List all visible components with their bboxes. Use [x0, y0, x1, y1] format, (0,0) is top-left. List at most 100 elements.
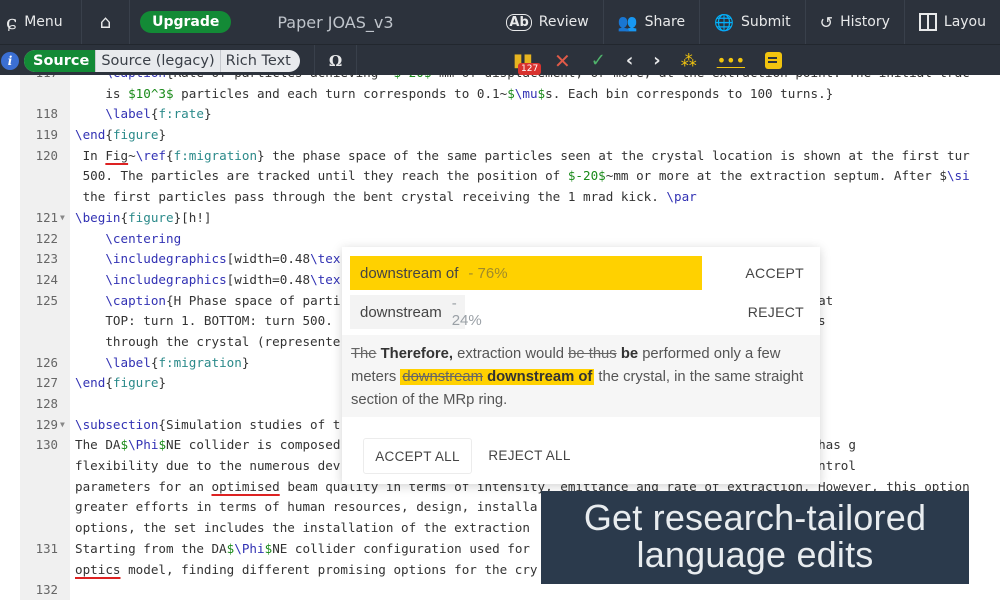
sparkle-icon[interactable]: ⁂: [681, 51, 697, 70]
reject-button[interactable]: REJECT: [748, 304, 804, 320]
code-line[interactable]: 118 \label{f:rate}: [0, 104, 1000, 125]
suggestion-confidence: - 24%: [451, 295, 482, 329]
code-text: through the crystal (represente: [75, 333, 341, 349]
menu-label: Menu: [24, 14, 63, 30]
line-number: 121: [35, 209, 58, 225]
line-number: 129: [35, 416, 58, 432]
code-text: the first particles pass through the ben…: [75, 189, 697, 205]
code-text: In Fig~\ref{f:migration} the phase space…: [75, 147, 970, 163]
code-text: \label{f:rate}: [105, 106, 212, 122]
banner-line: Get research-tailored: [583, 497, 927, 538]
fold-toggle-icon[interactable]: ▼: [60, 415, 65, 436]
code-text: \includegraphics[width=0.48\tex: [105, 271, 341, 287]
code-line[interactable]: 117 \caption{Rate of particles achieving…: [0, 75, 1000, 84]
line-number: 127: [35, 375, 58, 391]
promo-banner: Get research-tailored language edits: [541, 491, 969, 584]
users-icon: 👥: [617, 12, 638, 32]
code-text: \end{figure}: [75, 375, 167, 391]
code-line[interactable]: 121 ▼ \begin{figure}[h!]: [0, 208, 1000, 229]
submit-label: Submit: [741, 14, 791, 30]
line-number: 130: [35, 437, 58, 453]
inserted-text: be: [620, 346, 639, 362]
menu-button[interactable]: ɕ Menu: [0, 0, 82, 44]
line-number: 125: [35, 292, 58, 308]
layout-label: Layou: [943, 14, 986, 30]
layout-button[interactable]: Layou: [905, 0, 1000, 44]
symbol-palette-button[interactable]: Ω: [313, 45, 358, 76]
code-line[interactable]: is $10^3$ particles and each turn corres…: [0, 84, 1000, 105]
home-button[interactable]: ⌂: [82, 0, 131, 44]
review-icon: Ab: [506, 13, 532, 31]
review-label: Review: [538, 14, 589, 30]
deleted-text: downstream: [402, 369, 483, 385]
line-number: 124: [35, 271, 58, 287]
code-line[interactable]: the first particles pass through the ben…: [0, 187, 1000, 208]
mode-rich-text[interactable]: Rich Text: [221, 50, 300, 72]
code-text: \caption{Rate of particles achieving $-2…: [75, 75, 969, 84]
globe-icon: 🌐: [714, 12, 734, 32]
code-line[interactable]: 119 \end{figure}: [0, 125, 1000, 146]
issues-count-badge: 127: [518, 62, 542, 75]
suggestion-text: downstream: [360, 303, 442, 321]
next-icon[interactable]: ›: [653, 50, 660, 71]
code-text: \centering: [105, 230, 182, 246]
share-button[interactable]: 👥 Share: [604, 0, 701, 44]
reject-all-button[interactable]: REJECT ALL: [482, 438, 577, 472]
inserted-text: downstream of: [487, 369, 593, 385]
issues-button[interactable]: ▮▮ 127: [512, 50, 542, 75]
line-number: 123: [35, 251, 58, 267]
line-number: 128: [35, 396, 58, 411]
accept-check-icon[interactable]: ✓: [591, 50, 606, 71]
home-icon: ⌂: [99, 11, 112, 33]
code-text: optics model, finding different promisin…: [75, 561, 538, 577]
suggestion-text: downstream of: [360, 264, 459, 282]
suggestion-option[interactable]: downstream of - 76%: [350, 256, 702, 290]
deleted-text: be thus: [568, 346, 617, 362]
code-text: \begin{figure}[h!]: [75, 209, 212, 225]
highlighted-edit: downstream downstream of: [400, 369, 595, 385]
code-line[interactable]: 120 In Fig~\ref{f:migration} the phase s…: [0, 146, 1000, 167]
share-label: Share: [644, 14, 686, 30]
line-number: 117: [20, 75, 58, 84]
suggestion-popup: downstream of - 76% ACCEPT downstream - …: [342, 247, 820, 484]
info-icon[interactable]: i: [1, 51, 19, 70]
code-text: 500. The particles are tracked until the…: [75, 168, 970, 184]
upgrade-button[interactable]: Upgrade: [140, 11, 232, 33]
accept-button[interactable]: ACCEPT: [745, 265, 804, 281]
line-number: 119: [35, 127, 58, 143]
code-line[interactable]: 500. The particles are tracked until the…: [0, 166, 1000, 187]
top-navbar: ɕ Menu ⌂ Upgrade Paper JOAS_v3 Ab Review…: [0, 0, 1000, 44]
history-icon: ↺: [819, 12, 834, 32]
review-tools: ▮▮ 127 ✕ ✓ ‹ › ⁂ •••: [512, 45, 802, 76]
inserted-text: Therefore,: [380, 346, 453, 362]
accept-all-button[interactable]: ACCEPT ALL: [363, 438, 472, 474]
suggestion-preview: The Therefore, extraction would be thus …: [342, 335, 820, 417]
dotted-underline-icon[interactable]: •••: [717, 51, 745, 70]
line-number: 118: [35, 106, 58, 122]
code-text: \includegraphics[width=0.48\tex: [105, 251, 341, 267]
suggestion-confidence: - 76%: [468, 264, 508, 282]
code-text: \end{figure}: [75, 127, 167, 143]
review-button[interactable]: Ab Review: [492, 0, 604, 44]
deleted-text: The: [351, 346, 377, 362]
project-title[interactable]: Paper JOAS_v3: [277, 13, 492, 32]
banner-line: language edits: [636, 534, 874, 575]
mode-source[interactable]: Source: [24, 49, 97, 72]
line-number: 122: [35, 230, 58, 246]
code-text: is $10^3$ particles and each turn corres…: [75, 85, 834, 101]
note-icon[interactable]: [765, 52, 783, 69]
suggestion-option[interactable]: downstream - 24%: [350, 295, 482, 329]
code-text: \label{f:migration}: [105, 354, 250, 370]
previous-icon[interactable]: ‹: [626, 50, 633, 71]
reject-x-icon[interactable]: ✕: [554, 49, 571, 73]
fold-toggle-icon[interactable]: ▼: [60, 208, 65, 229]
preview-text: extraction would: [452, 346, 569, 362]
overleaf-logo-icon: ɕ: [6, 10, 18, 34]
line-number: 131: [35, 540, 58, 556]
submit-button[interactable]: 🌐 Submit: [700, 0, 806, 44]
line-number: 120: [35, 147, 58, 163]
editor-toolbar: i Source Source (legacy) Rich Text Ω ▮▮ …: [0, 44, 1000, 76]
mode-source-legacy[interactable]: Source (legacy): [96, 49, 221, 72]
history-label: History: [840, 14, 890, 30]
history-button[interactable]: ↺ History: [806, 0, 905, 44]
